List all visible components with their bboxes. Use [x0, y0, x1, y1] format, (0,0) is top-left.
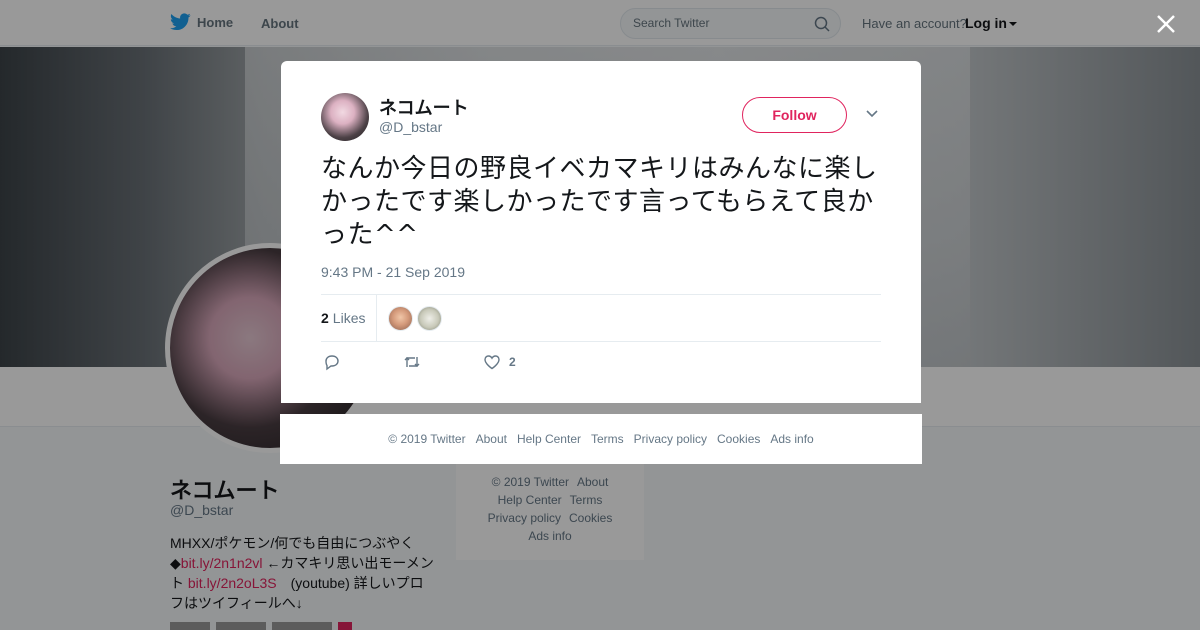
retweet-icon — [404, 357, 420, 367]
tweet-timestamp[interactable]: 9:43 PM - 21 Sep 2019 — [321, 264, 465, 280]
heart-icon — [484, 355, 500, 370]
footer-link-about[interactable]: About — [476, 432, 507, 446]
stats-divider — [376, 295, 377, 342]
like-count: 2 — [509, 355, 516, 369]
footer-link-help[interactable]: Help Center — [517, 432, 581, 446]
footer-link-cookies[interactable]: Cookies — [717, 432, 760, 446]
footer-copyright: © 2019 Twitter — [388, 432, 466, 446]
reply-icon — [325, 355, 339, 371]
tweet-author-name[interactable]: ネコムート — [379, 94, 469, 120]
footer-link-privacy[interactable]: Privacy policy — [634, 432, 707, 446]
follow-button[interactable]: Follow — [742, 97, 847, 133]
modal-footer: © 2019 Twitter About Help Center Terms Priva… — [280, 414, 922, 464]
footer-link-ads[interactable]: Ads info — [770, 432, 813, 446]
tweet-stats: 2 Likes — [321, 294, 881, 342]
likes-stat[interactable]: 2 Likes — [321, 310, 365, 326]
likes-label: Likes — [332, 310, 366, 326]
footer-link-terms[interactable]: Terms — [591, 432, 624, 446]
tweet-author-avatar[interactable] — [321, 93, 369, 141]
reply-button[interactable] — [323, 352, 341, 372]
tweet-modal: ネコムート @D_bstar Follow なんか今日の野良イベカマキリはみんな… — [281, 61, 921, 403]
liker-avatar[interactable] — [417, 306, 442, 331]
close-icon[interactable] — [1155, 13, 1177, 35]
retweet-button[interactable] — [403, 352, 421, 372]
tweet-actions: 2 — [321, 352, 621, 374]
tweet-text: なんか今日の野良イベカマキリはみんなに楽しかったです楽しかったです言ってもらえて… — [321, 154, 878, 250]
tweet-author-handle[interactable]: @D_bstar — [379, 119, 442, 135]
chevron-down-icon[interactable] — [865, 109, 879, 119]
likes-count: 2 — [321, 310, 329, 326]
like-button[interactable]: 2 — [483, 352, 516, 372]
liker-avatar[interactable] — [388, 306, 413, 331]
